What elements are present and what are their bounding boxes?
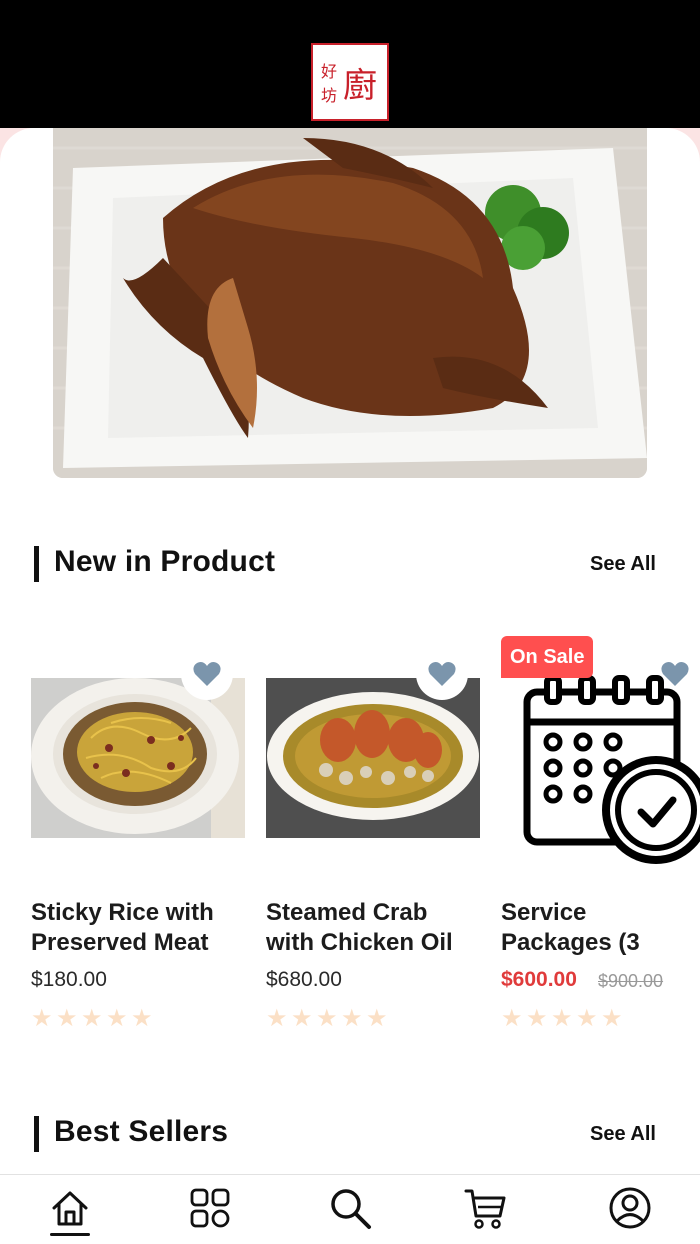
rating-stars: ★ ★ ★ ★ ★ (266, 1005, 388, 1032)
new-products-header: New in Product See All (34, 545, 666, 585)
on-sale-badge: On Sale (501, 636, 594, 678)
star-icon: ★ (316, 1005, 338, 1032)
star-icon: ★ (341, 1005, 363, 1032)
product-price: $680.00 (266, 968, 342, 991)
product-card[interactable]: Sticky Rice with Preserved Meat $180.00 … (31, 630, 246, 1040)
sticky-rice-photo (31, 678, 245, 838)
star-icon: ★ (106, 1005, 128, 1032)
heart-icon (193, 662, 221, 686)
bottom-nav (0, 1174, 700, 1244)
svg-text:坊: 坊 (321, 86, 337, 105)
heart-icon (661, 662, 689, 686)
star-icon: ★ (266, 1005, 288, 1032)
nav-profile[interactable] (607, 1185, 653, 1231)
hero-banner[interactable] (53, 128, 647, 478)
star-icon: ★ (56, 1005, 78, 1032)
section-title: New in Product (54, 545, 276, 578)
star-icon: ★ (131, 1005, 153, 1032)
section-title: Best Sellers (54, 1115, 229, 1148)
product-original-price: $900.00 (598, 971, 664, 991)
product-sale-price: $600.00 (501, 968, 577, 991)
star-icon: ★ (31, 1005, 53, 1032)
product-image[interactable] (501, 670, 700, 870)
profile-icon (609, 1187, 651, 1229)
calendar-clock-icon (523, 675, 700, 864)
star-icon: ★ (291, 1005, 313, 1032)
star-icon: ★ (366, 1005, 388, 1032)
search-icon (331, 1189, 371, 1229)
heart-icon (428, 662, 456, 686)
nav-cart[interactable] (463, 1185, 509, 1231)
star-icon: ★ (526, 1005, 548, 1032)
svg-text:好: 好 (321, 62, 337, 81)
steamed-crab-photo (266, 678, 480, 838)
product-image[interactable] (31, 678, 245, 838)
product-image[interactable] (266, 678, 480, 838)
active-nav-indicator (50, 1233, 90, 1236)
product-card[interactable]: Steamed Crab with Chicken Oil $680.00 ★ … (266, 630, 481, 1040)
rating-stars: ★ ★ ★ ★ ★ (31, 1005, 153, 1032)
svg-text:廚: 廚 (343, 66, 377, 106)
product-title[interactable]: Sticky Rice with Preserved Meat (31, 898, 246, 958)
brand-logo[interactable]: 好 坊 廚 (311, 43, 389, 121)
section-accent-bar (34, 1116, 39, 1152)
product-title[interactable]: Steamed Crab with Chicken Oil (266, 898, 481, 958)
nav-categories[interactable] (187, 1185, 233, 1231)
star-icon: ★ (551, 1005, 573, 1032)
logo-seal-icon: 好 坊 廚 (321, 62, 377, 106)
star-icon: ★ (601, 1005, 623, 1032)
product-title[interactable]: Service Packages (3 (501, 898, 700, 958)
home-icon (52, 1191, 88, 1226)
see-all-new-button[interactable]: See All (590, 553, 656, 576)
product-carousel[interactable]: Sticky Rice with Preserved Meat $180.00 … (0, 630, 700, 1050)
cart-icon (464, 1189, 506, 1229)
star-icon: ★ (81, 1005, 103, 1032)
section-accent-bar (34, 546, 39, 582)
best-sellers-header: Best Sellers See All (34, 1115, 666, 1155)
star-icon: ★ (501, 1005, 523, 1032)
product-price: $180.00 (31, 968, 107, 991)
nav-home[interactable] (47, 1185, 93, 1231)
star-icon: ★ (576, 1005, 598, 1032)
rating-stars: ★ ★ ★ ★ ★ (501, 1005, 623, 1032)
favorite-button[interactable] (649, 648, 700, 700)
favorite-button[interactable] (416, 648, 468, 700)
grid-icon (190, 1188, 230, 1228)
roast-goose-photo (53, 128, 647, 478)
see-all-best-button[interactable]: See All (590, 1123, 656, 1146)
favorite-button[interactable] (181, 648, 233, 700)
nav-search[interactable] (327, 1185, 373, 1231)
product-card[interactable]: On Sale Service Packages (3 $600.00 $900… (501, 630, 700, 1040)
top-bar: 好 坊 廚 (0, 0, 700, 128)
